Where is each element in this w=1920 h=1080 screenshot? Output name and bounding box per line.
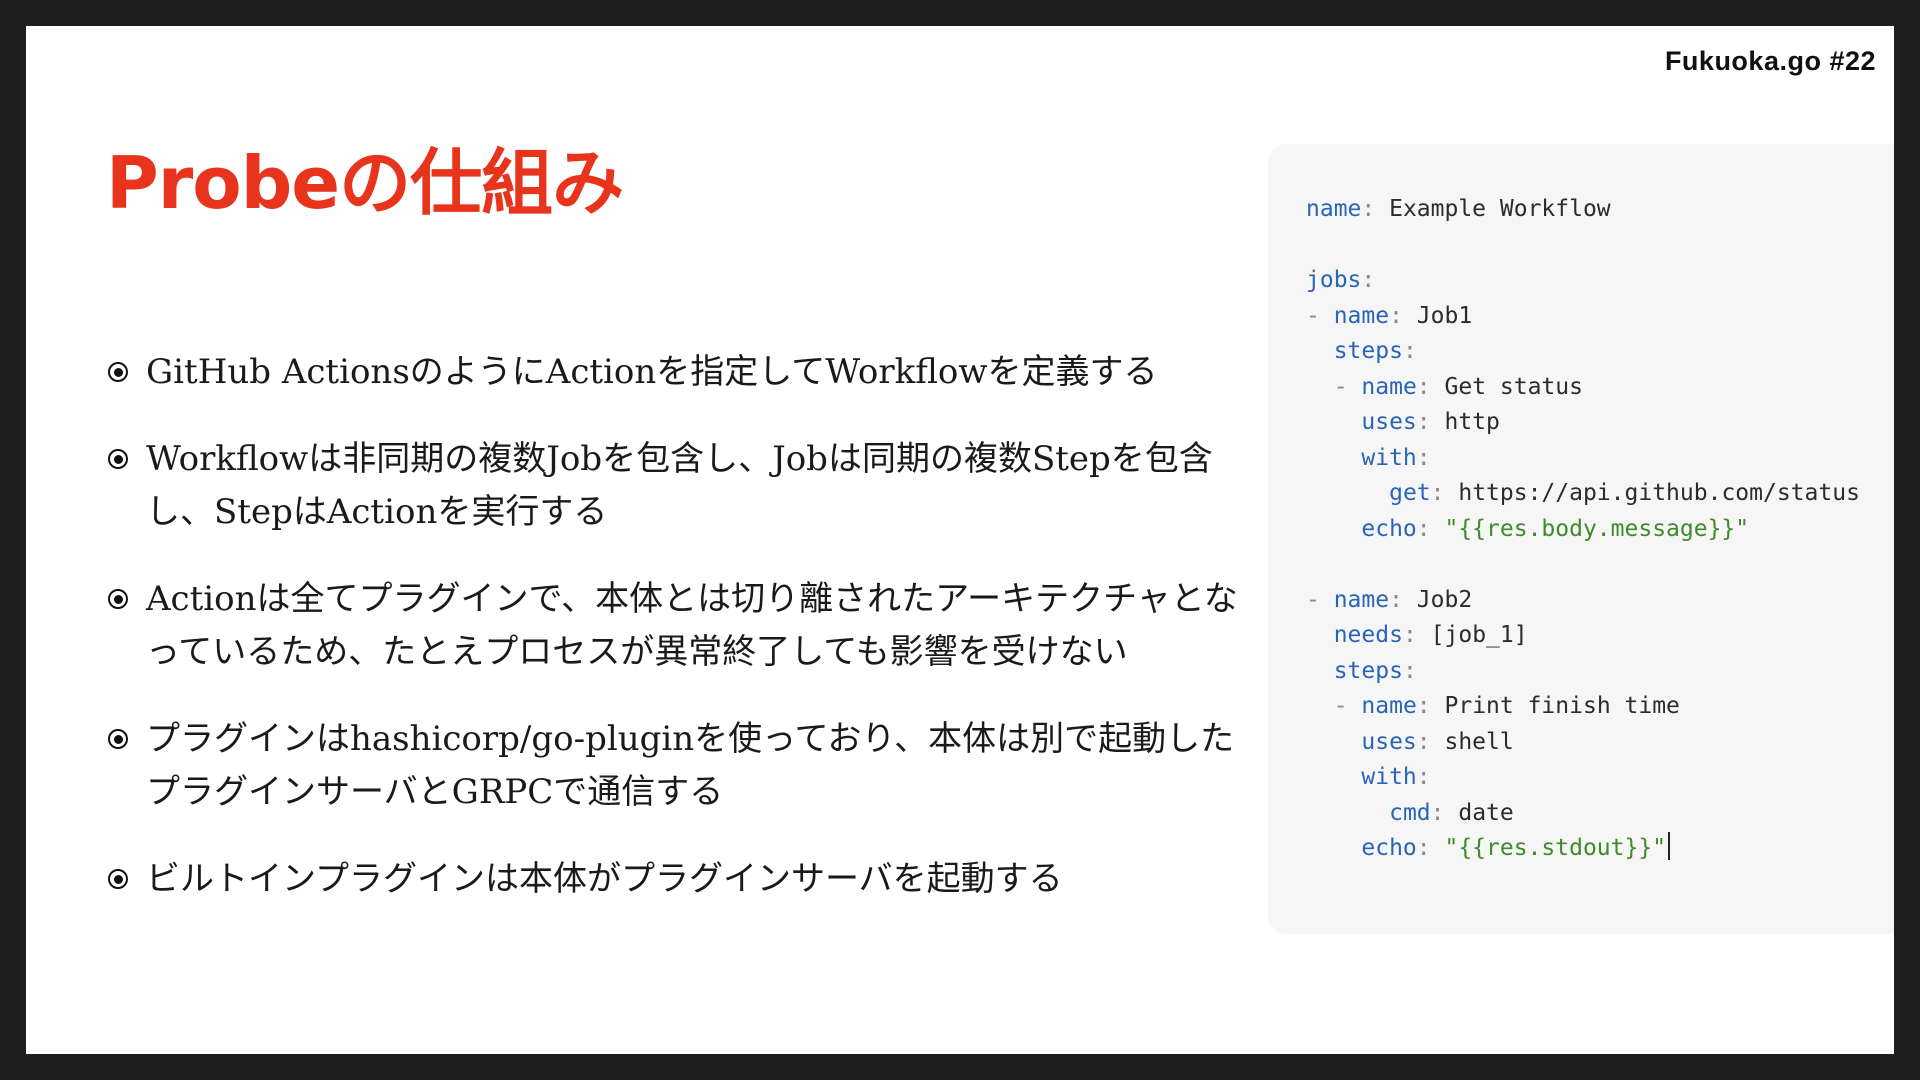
code-line: - name: Job2: [1306, 586, 1473, 613]
bullet-item: プラグインはhashicorp/go-pluginを使っており、本体は別で起動し…: [106, 713, 1246, 819]
code-line: - name: Print finish time: [1333, 693, 1680, 719]
bullet-text: GitHub ActionsのようにActionを指定してWorkflowを定義…: [146, 352, 1158, 392]
code-line: name: Example Workflow: [1306, 196, 1611, 222]
code-line: with:: [1361, 764, 1431, 790]
bullet-item: Actionは全てプラグインで、本体とは切り離されたアーキテクチャとなっているた…: [106, 573, 1246, 679]
bullet-text: Workflowは非同期の複数Jobを包含し、Jobは同期の複数Stepを包含し…: [146, 439, 1213, 532]
code-line: - name: Get status: [1333, 373, 1583, 400]
event-tag: Fukuoka.go #22: [1664, 46, 1876, 76]
code-line: with:: [1361, 444, 1431, 471]
bullet-text: ビルトインプラグインは本体がプラグインサーバを起動する: [146, 859, 1063, 899]
code-line: uses: shell: [1361, 728, 1514, 755]
bullet-list: GitHub ActionsのようにActionを指定してWorkflowを定義…: [106, 346, 1246, 940]
bullet-item: GitHub ActionsのようにActionを指定してWorkflowを定義…: [106, 346, 1246, 399]
bullet-item: ビルトインプラグインは本体がプラグインサーバを起動する: [106, 853, 1246, 906]
text-cursor: [1668, 832, 1671, 860]
bullet-text: プラグインはhashicorp/go-pluginを使っており、本体は別で起動し…: [146, 719, 1235, 812]
slide: Fukuoka.go #22 Probeの仕組み GitHub Actionsの…: [26, 26, 1894, 1054]
bullet-item: Workflowは非同期の複数Jobを包含し、Jobは同期の複数Stepを包含し…: [106, 433, 1246, 539]
presentation-frame: Fukuoka.go #22 Probeの仕組み GitHub Actionsの…: [0, 0, 1920, 1080]
code-line: steps:: [1333, 657, 1417, 684]
code-line: echo: "{{res.stdout}}": [1306, 831, 1894, 867]
bullet-circle-icon: [108, 729, 128, 749]
code-line: steps:: [1333, 338, 1417, 364]
code-line: cmd: date: [1389, 799, 1514, 826]
code-line: get: https://api.github.com/status: [1389, 480, 1860, 506]
code-line: echo: "{{res.body.message}}": [1361, 515, 1750, 542]
bullet-circle-icon: [108, 362, 128, 382]
code-line: - name: Job1: [1306, 302, 1473, 329]
bullet-circle-icon: [108, 869, 128, 889]
code-panel: name: Example Workflow jobs: - name: Job…: [1268, 144, 1894, 934]
code-line: jobs:: [1306, 267, 1376, 293]
bullet-circle-icon: [108, 589, 128, 609]
code-line: uses: http: [1361, 409, 1500, 435]
bullet-text: Actionは全てプラグインで、本体とは切り離されたアーキテクチャとなっているた…: [146, 579, 1238, 672]
code-line: needs: [job_1]: [1333, 622, 1528, 648]
slide-title: Probeの仕組み: [106, 141, 624, 225]
bullet-circle-icon: [108, 449, 128, 469]
